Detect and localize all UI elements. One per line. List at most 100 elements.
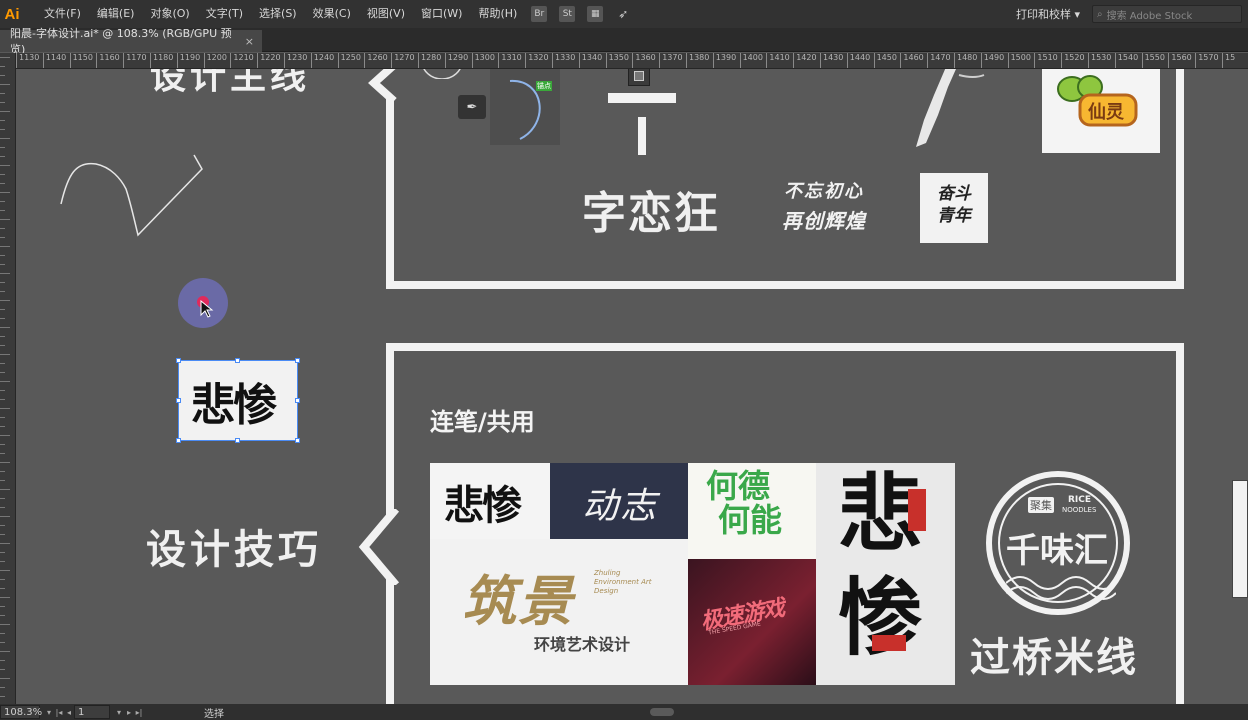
design-skills-heading: 设计技巧: [146, 527, 322, 573]
ruler-tick: [0, 363, 5, 364]
ruler-tick: 1170: [123, 53, 147, 68]
selection-handle[interactable]: [295, 438, 300, 443]
selection-handle[interactable]: [235, 438, 240, 443]
ruler-tick: [0, 345, 5, 346]
prev-artboard-icon[interactable]: ◂: [64, 708, 74, 717]
menu-object[interactable]: 对象(O): [142, 0, 197, 28]
ruler-tick: [0, 543, 10, 544]
circle-outline: [423, 69, 461, 79]
ruler-tick: [0, 552, 5, 553]
ruler-tick: 1210: [230, 53, 254, 68]
ruler-tick: [0, 318, 5, 319]
ruler-tick: [0, 444, 5, 445]
menu-effect[interactable]: 效果(C): [305, 0, 359, 28]
slogan-line-1: 不忘初心: [784, 181, 864, 202]
vertical-ruler[interactable]: [0, 53, 16, 704]
ruler-tick: 1250: [337, 53, 361, 68]
zoom-field[interactable]: 108.3%: [0, 705, 42, 719]
ruler-tick: 1530: [1088, 53, 1111, 68]
ruler-tick: 1420: [793, 53, 817, 68]
selection-handle[interactable]: [235, 358, 240, 363]
menu-view[interactable]: 视图(V): [359, 0, 413, 28]
selected-logo-object[interactable]: 悲惨: [176, 358, 300, 443]
first-artboard-icon[interactable]: |◂: [54, 708, 64, 717]
next-artboard-icon[interactable]: ▸: [124, 708, 134, 717]
ruler-tick: [0, 597, 10, 598]
ruler-tick: [0, 255, 5, 256]
badge-en-top: RICE: [1068, 495, 1092, 505]
ruler-tick: 1540: [1114, 53, 1138, 68]
ruler-tick: [0, 102, 5, 103]
ruler-tick: [0, 498, 5, 499]
artboard-number-field[interactable]: 1: [74, 705, 110, 719]
ruler-tick: 1490: [980, 53, 1004, 68]
ruler-tick: [0, 516, 10, 517]
ruler-tick: [0, 111, 10, 112]
grid-cell-zhujing-text: 筑景: [462, 570, 574, 633]
ruler-tick: [0, 633, 5, 634]
horizontal-ruler[interactable]: 1130 1140 1150 1160 1170 1180 1190 1200 1210 1220…: [16, 53, 1248, 69]
app-logo: Ai: [4, 5, 20, 23]
workspace-switcher[interactable]: 打印和校样 ▾: [1012, 6, 1084, 22]
ruler-tick: 1330: [552, 53, 575, 68]
grid-cell-zhujing: 筑景 Zhuling Environment Art Design 环境艺术设计: [430, 539, 688, 685]
zoom-dropdown-icon[interactable]: ▾: [44, 708, 54, 717]
sample-zilian-kuang: 字恋狂: [582, 188, 720, 239]
gpu-performance-icon[interactable]: ➶: [615, 6, 631, 22]
document-tab[interactable]: 阳晨-字体设计.ai* @ 108.3% (RGB/GPU 预览) ×: [0, 27, 262, 56]
ruler-tick: 1260: [364, 53, 388, 68]
ruler-tick: [0, 489, 10, 490]
panel-edge[interactable]: [1232, 480, 1248, 598]
selection-handle[interactable]: [176, 358, 181, 363]
ruler-tick: 1280: [418, 53, 441, 68]
artboard-canvas[interactable]: 设计主线 ✒ 锚点 仙灵 字恋狂 不忘初心 再创辉煌 奋斗青年 悲惨 设计技巧 …: [16, 69, 1248, 704]
grid-cell-bei-text: 悲: [838, 465, 923, 563]
ruler-tick: [0, 93, 5, 94]
ruler-tick: [0, 381, 10, 382]
grid-cell-hede-text: 何德: [706, 467, 771, 505]
cursor-highlight: [178, 278, 228, 328]
selection-handle[interactable]: [176, 438, 181, 443]
selection-handle[interactable]: [295, 358, 300, 363]
ruler-tick: [0, 390, 5, 391]
arrange-documents-icon[interactable]: ▦: [587, 6, 604, 22]
ruler-tick: [0, 570, 10, 571]
bridge-icon[interactable]: Br: [531, 6, 548, 22]
menu-select[interactable]: 选择(S): [251, 0, 305, 28]
ruler-tick: [0, 201, 5, 202]
ruler-tick: [0, 678, 10, 679]
close-icon[interactable]: ×: [245, 35, 262, 48]
menu-type[interactable]: 文字(T): [198, 0, 251, 28]
ruler-tick: 1550: [1141, 53, 1165, 68]
frame-top-notch: [368, 69, 397, 104]
horizontal-scrollbar[interactable]: [380, 706, 980, 718]
ruler-tick: 1370: [659, 53, 683, 68]
selection-handle[interactable]: [295, 398, 300, 403]
stroke-swatch-icon[interactable]: [628, 69, 650, 86]
ruler-tick: [0, 147, 5, 148]
ruler-tick: [0, 471, 5, 472]
ruler-tick: [0, 615, 5, 616]
ruler-tick: 1240: [310, 53, 334, 68]
grid-cell-beican-text: 悲惨: [444, 483, 522, 529]
ruler-tick: 1160: [96, 53, 120, 68]
scrollbar-thumb[interactable]: [650, 708, 674, 716]
ruler-tick: [0, 282, 5, 283]
ruler-tick: 1190: [176, 53, 200, 68]
menu-edit[interactable]: 编辑(E): [89, 0, 143, 28]
last-artboard-icon[interactable]: ▸|: [134, 708, 144, 717]
menu-window[interactable]: 窗口(W): [413, 0, 470, 28]
menu-help[interactable]: 帮助(H): [470, 0, 525, 28]
ruler-tick: [0, 606, 5, 607]
pen-tool-icon[interactable]: ✒: [458, 95, 486, 119]
ruler-tick: 1230: [284, 53, 307, 68]
ruler-tick: 1500: [1007, 53, 1031, 68]
selection-handle[interactable]: [176, 398, 181, 403]
stock-icon[interactable]: St: [559, 6, 576, 22]
ruler-tick: [0, 354, 10, 355]
stock-search-input[interactable]: ⌕ 搜索 Adobe Stock: [1092, 5, 1242, 23]
menu-file[interactable]: 文件(F): [36, 0, 89, 28]
document-tab-bar: 阳晨-字体设计.ai* @ 108.3% (RGB/GPU 预览) ×: [0, 27, 1248, 56]
artboard-dropdown-icon[interactable]: ▾: [114, 708, 124, 717]
ruler-tick: [0, 156, 5, 157]
